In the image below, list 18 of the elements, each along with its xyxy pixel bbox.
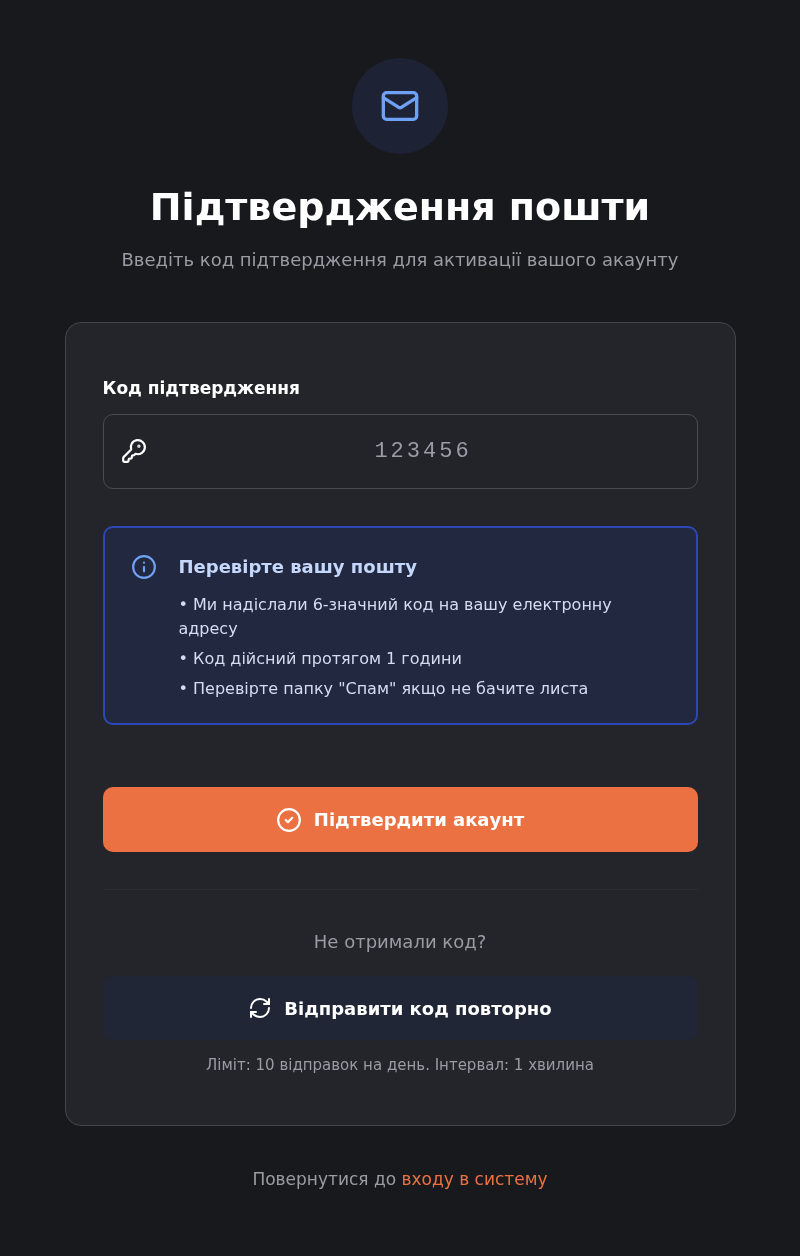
- login-link[interactable]: входу в систему: [401, 1169, 548, 1189]
- confirm-account-button[interactable]: Підтвердити акаунт: [102, 787, 698, 852]
- refresh-icon: [248, 996, 273, 1020]
- info-item: • Ми надіслали 6-значний код на вашу електронну адресу: [178, 594, 613, 640]
- info-title: Перевірте вашу пошту: [178, 555, 418, 579]
- resend-code-button[interactable]: Відправити код повторно: [102, 976, 698, 1040]
- check-circle-icon: [275, 806, 302, 833]
- code-input-field[interactable]: 123456: [102, 414, 698, 489]
- back-to-login-text: Повернутися до входу в систему: [252, 1168, 548, 1191]
- key-icon: [120, 438, 147, 464]
- page-title: Підтвердження пошти: [149, 184, 651, 231]
- resend-prompt: Не отримали код?: [312, 930, 488, 954]
- info-item: • Код дійсний протягом 1 години: [178, 648, 463, 670]
- limit-note: Ліміт: 10 відправок на день. Інтервал: 1 хвилина: [205, 1055, 595, 1076]
- info-item: • Перевірте папку "Спам" якщо не бачите листа: [178, 678, 590, 700]
- info-icon: [130, 554, 157, 580]
- page-subtitle: Введіть код підтвердження для активації вашого акаунту: [121, 248, 679, 272]
- field-label: Код підтвердження: [102, 377, 301, 400]
